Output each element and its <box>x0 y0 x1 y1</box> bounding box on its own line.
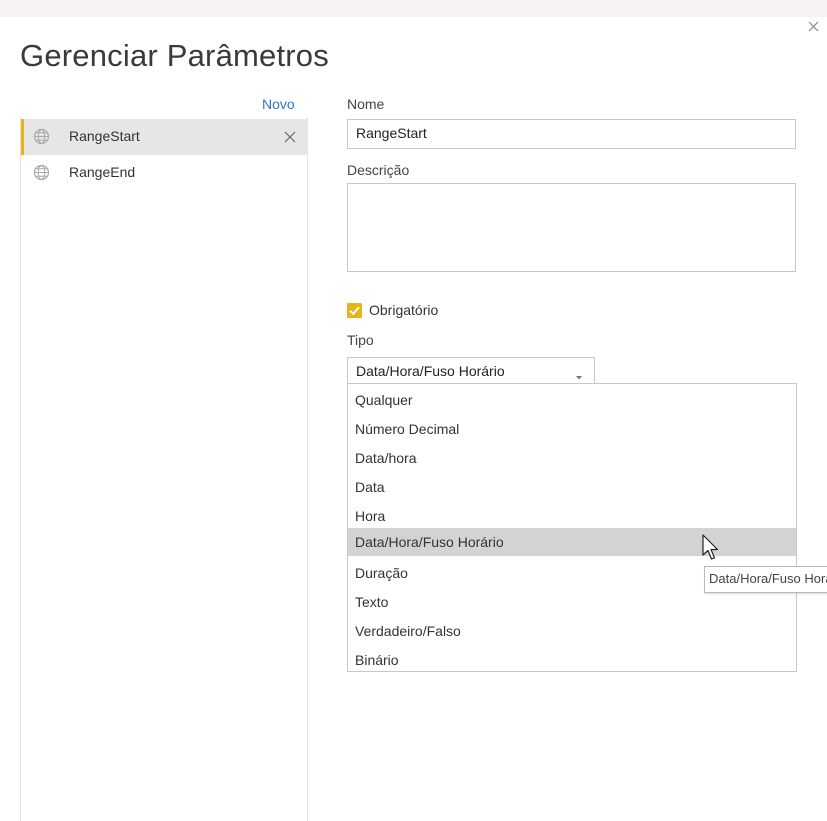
checkmark-icon <box>349 306 360 316</box>
type-select[interactable]: Data/Hora/Fuso Horário <box>347 357 595 384</box>
dialog-title: Gerenciar Parâmetros <box>20 38 329 73</box>
close-button[interactable] <box>805 18 823 36</box>
type-option-verdadeiro-falso[interactable]: Verdadeiro/Falso <box>348 617 796 645</box>
description-textarea[interactable] <box>347 183 796 272</box>
type-label: Tipo <box>347 332 374 348</box>
parameter-item-rangestart[interactable]: RangeStart <box>21 119 308 155</box>
parameter-list: RangeStart RangeEnd <box>20 117 308 821</box>
type-option-qualquer[interactable]: Qualquer <box>348 386 796 414</box>
parameter-item-label: RangeEnd <box>69 164 136 180</box>
mouse-pointer-icon <box>701 534 721 562</box>
title-bar-strip <box>0 0 827 17</box>
type-option-data-hora[interactable]: Data/hora <box>348 444 796 472</box>
parameter-item-label: RangeStart <box>69 128 140 144</box>
parameter-item-rangeend[interactable]: RangeEnd <box>21 155 308 191</box>
type-dropdown-list: Qualquer Número Decimal Data/hora Data H… <box>347 383 797 672</box>
parameter-globe-icon <box>33 164 50 181</box>
type-option-hora[interactable]: Hora <box>348 502 796 530</box>
type-option-data[interactable]: Data <box>348 473 796 501</box>
type-select-value: Data/Hora/Fuso Horário <box>356 363 505 379</box>
name-input[interactable]: RangeStart <box>347 119 796 149</box>
new-parameter-link[interactable]: Novo <box>262 96 295 112</box>
remove-parameter-icon[interactable] <box>283 130 297 144</box>
type-option-data-hora-fuso-horario[interactable]: Data/Hora/Fuso Horário <box>348 528 796 556</box>
required-label: Obrigatório <box>369 302 439 318</box>
option-tooltip: Data/Hora/Fuso Horário <box>704 566 827 593</box>
type-option-binario[interactable]: Binário <box>348 646 796 674</box>
description-label: Descrição <box>347 162 410 178</box>
type-option-numero-decimal[interactable]: Número Decimal <box>348 415 796 443</box>
name-label: Nome <box>347 96 385 112</box>
chevron-down-icon <box>575 368 583 380</box>
required-checkbox[interactable] <box>347 303 362 318</box>
close-icon <box>808 21 819 32</box>
parameter-globe-icon <box>33 128 50 145</box>
